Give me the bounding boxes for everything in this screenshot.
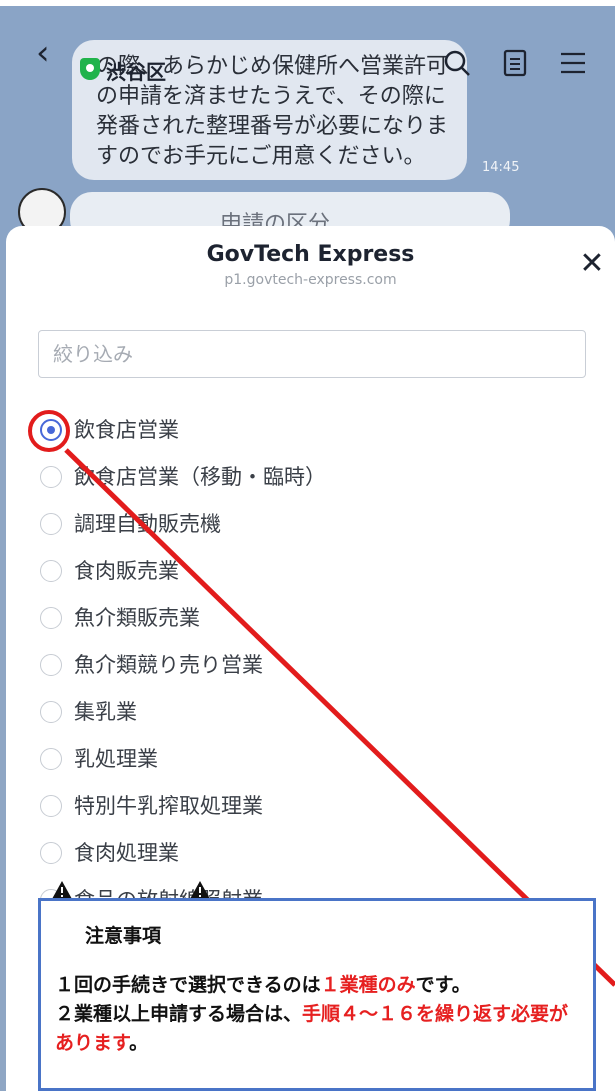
notice-body: １回の手続きで選択できるのは１業種のみです。 ２業種以上申請する場合は、手順４～… [55,971,585,1058]
warning-icon [190,881,210,899]
notice-line-2: ２業種以上申請する場合は、手順４～１６を繰り返す必要があります。 [55,1003,569,1054]
notice-box: 注意事項 １回の手続きで選択できるのは１業種のみです。 ２業種以上申請する場合は… [38,898,596,1091]
notice-line-1: １回の手続きで選択できるのは１業種のみです。 [55,974,471,996]
warning-icon [52,881,72,899]
notice-title: 注意事項 [85,925,162,947]
